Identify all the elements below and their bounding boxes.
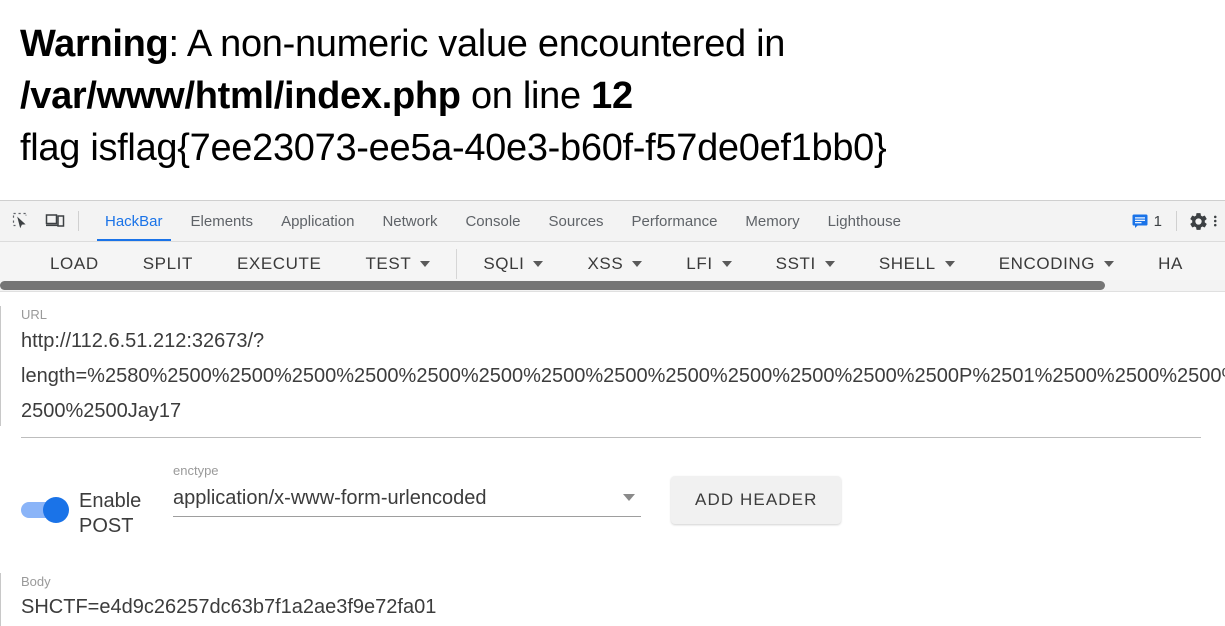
button-label: XSS [587, 254, 624, 273]
browser-page-content: Warning: A non-numeric value encountered… [0, 0, 1225, 200]
horizontal-scrollbar[interactable] [0, 280, 1225, 291]
tab-sources[interactable]: Sources [535, 201, 618, 241]
tab-label: Memory [745, 212, 800, 230]
chevron-down-icon[interactable] [623, 494, 635, 501]
tab-lighthouse[interactable]: Lighthouse [814, 201, 915, 241]
enable-post-toggle[interactable] [21, 496, 69, 523]
devtools-panel: HackBar Elements Application Network Con… [0, 200, 1225, 626]
button-label: LFI [686, 254, 713, 273]
scrollbar-thumb[interactable] [0, 281, 1105, 290]
tab-label: Application [281, 212, 355, 230]
chevron-down-icon [420, 261, 431, 267]
enable-post-label-line1: Enable [79, 490, 142, 512]
gear-icon[interactable] [1183, 206, 1213, 236]
inspect-element-icon[interactable] [8, 208, 34, 234]
enable-post-label: Enable POST [79, 480, 155, 539]
toggle-knob [43, 496, 69, 523]
flag-text: flag isflag{7ee23073-ee5a-40e3-b60f-f57d… [20, 127, 887, 169]
device-toolbar-icon[interactable] [42, 208, 68, 234]
button-label: SHELL [878, 254, 936, 273]
warning-on-line-text: on line [460, 75, 592, 117]
button-label: SPLIT [142, 254, 193, 273]
toolbar-divider [78, 211, 79, 231]
more-vertical-icon[interactable] [1213, 206, 1225, 236]
url-label: URL [21, 307, 48, 322]
warning-keyword: Warning [20, 23, 169, 65]
devtools-right-icons: 1 [1124, 201, 1225, 241]
message-count: 1 [1153, 212, 1162, 230]
warning-message: : A non-numeric value encountered in [168, 23, 786, 65]
button-label: HA [1158, 254, 1183, 273]
url-input-underline [21, 437, 1201, 438]
tab-label: Lighthouse [827, 212, 901, 230]
button-label: ENCODING [998, 254, 1096, 273]
enctype-label: enctype [173, 463, 219, 478]
tab-label: Performance [631, 212, 718, 230]
toolbar-group-divider [456, 249, 458, 279]
chevron-down-icon [824, 261, 835, 267]
url-input-line-3[interactable]: 2500%2500Jay17 [21, 394, 1225, 429]
tab-label: Sources [548, 212, 604, 230]
php-warning-line-2: /var/www/html/index.php on line 12 [20, 70, 1225, 122]
hackbar-toolbar-container: LOAD SPLIT EXECUTE TEST SQLI XSS LFI SST… [0, 242, 1225, 292]
tab-hackbar[interactable]: HackBar [91, 201, 177, 241]
devtools-tabbar: HackBar Elements Application Network Con… [0, 201, 1225, 242]
body-field-left-border [0, 573, 1, 626]
enctype-select-wrap[interactable]: enctype application/x-www-form-urlencode… [173, 462, 641, 517]
button-label: EXECUTE [236, 254, 322, 273]
chevron-down-icon [1104, 261, 1115, 267]
tab-elements[interactable]: Elements [177, 201, 268, 241]
tab-console[interactable]: Console [451, 201, 534, 241]
url-field-left-border [0, 306, 1, 426]
devtools-left-icons [0, 201, 91, 241]
enable-post-toggle-wrap[interactable]: Enable POST [21, 462, 155, 539]
button-label: LOAD [50, 254, 99, 273]
php-warning-line-1: Warning: A non-numeric value encountered… [20, 18, 1225, 70]
hackbar-form: URL http://112.6.51.212:32673/? length=%… [0, 292, 1225, 626]
warning-line-number: 12 [591, 75, 633, 117]
devtools-tab-list: HackBar Elements Application Network Con… [91, 201, 1124, 241]
warning-file-path: /var/www/html/index.php [20, 75, 461, 117]
enctype-selected-value[interactable]: application/x-www-form-urlencoded [173, 480, 641, 516]
add-header-button[interactable]: ADD HEADER [671, 476, 842, 524]
right-divider [1176, 211, 1177, 231]
enable-post-label-line2: POST [79, 515, 134, 537]
button-label: SQLI [483, 254, 525, 273]
tab-label: HackBar [105, 212, 163, 230]
url-input-line-2[interactable]: length=%2580%2500%2500%2500%2500%2500%25… [21, 359, 1225, 394]
message-badge[interactable]: 1 [1124, 213, 1170, 230]
tab-label: Console [465, 212, 521, 230]
tab-network[interactable]: Network [368, 201, 451, 241]
button-label: TEST [365, 254, 412, 273]
tab-application[interactable]: Application [267, 201, 368, 241]
chevron-down-icon [632, 261, 643, 267]
url-input-line-1[interactable]: http://112.6.51.212:32673/? [21, 324, 1225, 359]
chevron-down-icon [721, 261, 732, 267]
message-icon [1132, 214, 1148, 228]
tab-memory[interactable]: Memory [731, 201, 813, 241]
body-input[interactable]: SHCTF=e4d9c26257dc63b7f1a2ae3f9e72fa01 [21, 591, 1225, 623]
button-label: SSTI [775, 254, 816, 273]
enctype-underline [173, 516, 641, 517]
body-field-wrap: Body SHCTF=e4d9c26257dc63b7f1a2ae3f9e72f… [0, 573, 1225, 626]
tab-label: Elements [190, 212, 254, 230]
chevron-down-icon [533, 261, 544, 267]
chevron-down-icon [944, 261, 955, 267]
body-label: Body [21, 574, 51, 589]
post-settings-row: Enable POST enctype application/x-www-fo… [0, 462, 1225, 539]
tab-performance[interactable]: Performance [618, 201, 732, 241]
tab-label: Network [382, 212, 438, 230]
